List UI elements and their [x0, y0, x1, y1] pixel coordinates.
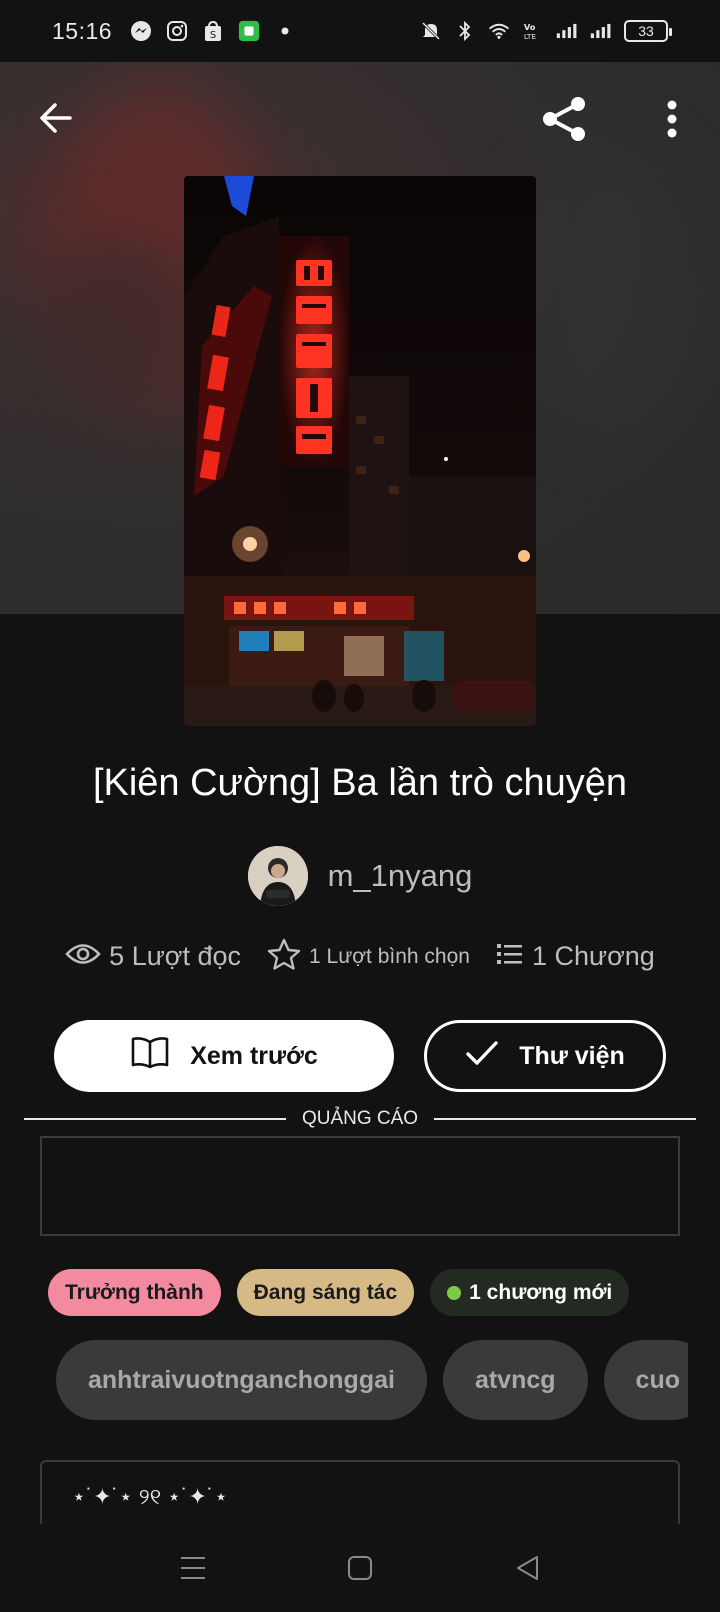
book-cover-image[interactable] [184, 176, 536, 726]
svg-text:S: S [210, 30, 216, 41]
list-icon [496, 942, 524, 971]
ongoing-badge: Đang sáng tác [236, 1269, 415, 1316]
shopee-icon: S [202, 20, 224, 42]
wifi-icon [488, 20, 510, 42]
new-chapters-label: 1 chương mới [469, 1280, 613, 1304]
tag-list[interactable]: anhtraivuotnganchonggai atvncg cuo [56, 1340, 688, 1420]
eye-icon [65, 941, 101, 972]
home-icon[interactable] [330, 1538, 390, 1598]
new-chapters-badge: 1 chương mới [430, 1269, 630, 1316]
author-row[interactable]: m_1nyang [0, 846, 720, 906]
more-vertical-icon[interactable] [650, 94, 694, 144]
dot-icon [274, 20, 296, 42]
description-text: ⋆˙✦˙⋆ ୨୧ ⋆˙✦˙⋆ [72, 1484, 228, 1509]
ad-divider: QUẢNG CÁO [24, 1106, 696, 1132]
preview-button[interactable]: Xem trước [54, 1020, 394, 1092]
signal-icon [590, 20, 612, 42]
app-bar [0, 80, 720, 160]
divider [434, 1118, 696, 1120]
library-button[interactable]: Thư viện [424, 1020, 666, 1092]
reads-count: 5 Lượt đọc [109, 941, 242, 971]
check-icon [465, 1039, 499, 1074]
tag-track: anhtraivuotnganchonggai atvncg cuo [56, 1340, 688, 1420]
bluetooth-icon [454, 20, 476, 42]
battery-icon: 33 [624, 20, 672, 42]
votes-stat: 1 Lượt bình chọn [267, 938, 470, 975]
instagram-icon [166, 20, 188, 42]
ad-slot[interactable] [40, 1136, 680, 1236]
book-open-icon [130, 1036, 170, 1077]
story-title: [Kiên Cường] Ba lần trò chuyện [92, 762, 628, 804]
status-chips: Trưởng thành Đang sáng tác 1 chương mới [48, 1269, 630, 1316]
chapters-count: 1 Chương [531, 941, 655, 971]
mature-badge: Trưởng thành [48, 1269, 221, 1316]
share-icon[interactable] [538, 92, 592, 146]
divider [24, 1118, 286, 1120]
reads-stat: 5 Lượt đọc [65, 941, 241, 972]
library-label: Thư viện [519, 1041, 625, 1070]
notification-icons: S [130, 20, 296, 42]
author-name[interactable]: m_1nyang [328, 858, 473, 894]
system-icons: Vo LTE 33 [420, 20, 672, 42]
arrow-left-icon[interactable] [34, 96, 78, 140]
avatar[interactable] [247, 846, 308, 906]
signal-icon [556, 20, 578, 42]
tag-chip[interactable]: atvncg [442, 1340, 588, 1420]
ad-label: QUẢNG CÁO [301, 1108, 419, 1129]
mute-icon [420, 20, 442, 42]
svg-text:Vo: Vo [524, 22, 536, 32]
messenger-icon [130, 20, 152, 42]
tag-chip[interactable]: anhtraivuotnganchonggai [56, 1340, 427, 1420]
star-icon [267, 938, 301, 975]
status-bar: 15:16 S Vo LTE 33 [0, 0, 720, 62]
svg-text:LTE: LTE [524, 32, 537, 41]
votes-count: 1 Lượt bình chọn [309, 944, 470, 968]
volte-icon: Vo LTE [522, 20, 544, 42]
tag-chip[interactable]: cuo [603, 1340, 688, 1420]
menu-icon[interactable] [163, 1538, 223, 1598]
back-triangle-icon[interactable] [497, 1538, 557, 1598]
app-icon [238, 20, 260, 42]
story-stats: 5 Lượt đọc 1 Lượt bình chọn 1 Chương [0, 938, 720, 975]
preview-label: Xem trước [190, 1041, 318, 1070]
new-dot-icon [447, 1285, 462, 1300]
system-nav-bar [0, 1524, 720, 1612]
status-time: 15:16 [52, 17, 113, 44]
chapters-stat: 1 Chương [496, 941, 655, 972]
